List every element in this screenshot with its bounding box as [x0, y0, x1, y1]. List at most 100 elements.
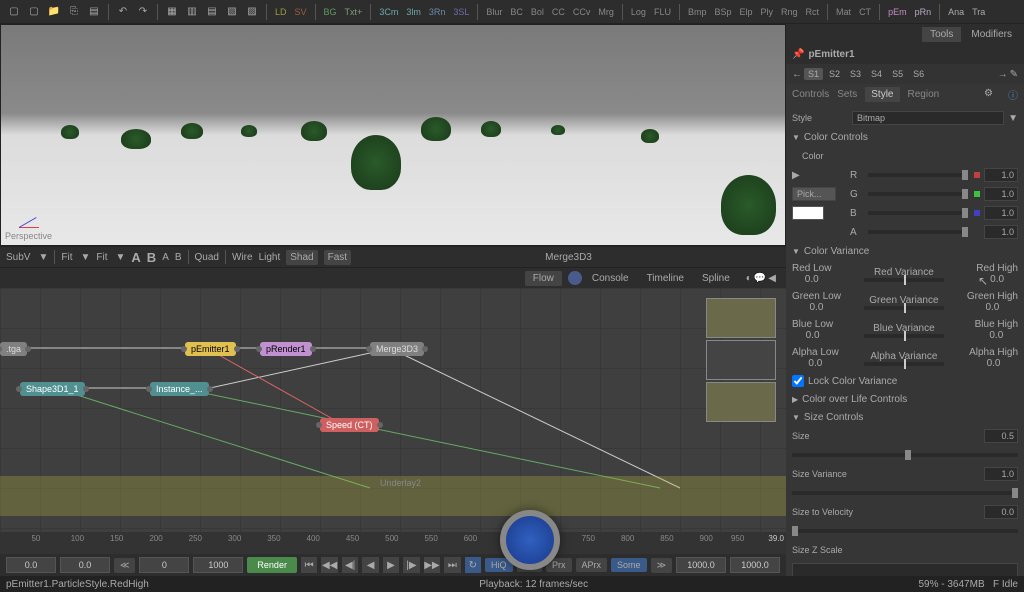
flu-button[interactable]: FLU: [650, 7, 675, 17]
timeline-ruler[interactable]: 50 100 150 200 250 300 350 400 450 500 5…: [0, 532, 786, 554]
layout5-icon[interactable]: ▨: [243, 3, 261, 21]
alpha-var-slider[interactable]: [864, 362, 944, 366]
dropdown-arrow-icon[interactable]: ▼: [1008, 113, 1018, 124]
node-instance[interactable]: Instance_...: [150, 382, 209, 396]
layout2-icon[interactable]: ▥: [183, 3, 201, 21]
node-speed[interactable]: Speed (CT): [320, 418, 379, 432]
subv-dropdown[interactable]: SubV: [6, 252, 30, 263]
3lm-button[interactable]: 3lm: [402, 7, 425, 17]
mrg-button[interactable]: Mrg: [594, 7, 618, 17]
rng-button[interactable]: Rng: [777, 7, 802, 17]
pick-button[interactable]: Pick...: [792, 187, 836, 201]
expand-icon[interactable]: ▶: [792, 170, 806, 181]
arrow-left-icon[interactable]: ←: [792, 69, 802, 80]
flow-icon2[interactable]: 💬: [754, 273, 766, 284]
play-back-icon[interactable]: ◀: [362, 557, 378, 573]
doc-icon[interactable]: ▤: [85, 3, 103, 21]
g-slider[interactable]: [868, 192, 968, 196]
fast-button[interactable]: Fast: [324, 250, 351, 265]
subtab-s3[interactable]: S3: [846, 68, 865, 80]
graph-area[interactable]: [792, 563, 1018, 576]
tra-button[interactable]: Tra: [968, 7, 989, 17]
shad-button[interactable]: Shad: [286, 250, 317, 265]
b-slider[interactable]: [868, 211, 968, 215]
size-value[interactable]: 0.5: [984, 429, 1018, 443]
red-var-slider[interactable]: [864, 278, 944, 282]
flow-area[interactable]: .tga pEmitter1 pRender1 Merge3D3 Shape3D…: [0, 288, 786, 532]
mat-button[interactable]: Mat: [832, 7, 855, 17]
tab-sets[interactable]: Sets: [837, 89, 857, 100]
loop-icon[interactable]: ↻: [465, 557, 481, 573]
bg-button[interactable]: BG: [320, 7, 341, 17]
b-value[interactable]: 1.0: [984, 206, 1018, 220]
range-b-field[interactable]: [193, 557, 243, 573]
tab-controls[interactable]: Controls: [792, 89, 829, 100]
section-size-controls[interactable]: Size Controls: [792, 408, 1018, 426]
info-icon[interactable]: ⓘ: [1008, 87, 1018, 102]
wand-icon[interactable]: ✎: [1010, 69, 1018, 80]
b2-button[interactable]: B: [175, 252, 182, 263]
some-button[interactable]: Some: [611, 558, 647, 572]
subtab-s4[interactable]: S4: [867, 68, 886, 80]
new2-icon[interactable]: ▢: [25, 3, 43, 21]
blue-var-slider[interactable]: [864, 334, 944, 338]
play-icon[interactable]: ▶: [383, 557, 399, 573]
new-icon[interactable]: ▢: [5, 3, 23, 21]
fit2-button[interactable]: Fit: [96, 252, 107, 263]
size-vel-slider[interactable]: [792, 529, 1018, 533]
ana-button[interactable]: Ana: [944, 7, 968, 17]
tab-region[interactable]: Region: [908, 89, 940, 100]
node-merge[interactable]: Merge3D3: [370, 342, 424, 356]
step-fwd-icon[interactable]: ▶▶: [424, 557, 440, 573]
style-dropdown[interactable]: Bitmap: [852, 111, 1004, 125]
size-var-slider[interactable]: [792, 491, 1018, 495]
node-shape[interactable]: Shape3D1_1: [20, 382, 85, 396]
thumbnail[interactable]: [706, 382, 776, 422]
a1-button[interactable]: A: [131, 250, 140, 265]
ply-button[interactable]: Ply: [757, 7, 778, 17]
tab-tools[interactable]: Tools: [922, 27, 961, 42]
a-slider[interactable]: [868, 230, 968, 234]
end-b-field[interactable]: [730, 557, 780, 573]
render-button[interactable]: Render: [247, 557, 297, 573]
bmp-button[interactable]: Bmp: [684, 7, 711, 17]
log-button[interactable]: Log: [627, 7, 650, 17]
3cm-button[interactable]: 3Cm: [375, 7, 402, 17]
next-frame-icon[interactable]: |▶: [403, 557, 419, 573]
txt-button[interactable]: Txt+: [341, 7, 367, 17]
size-slider[interactable]: [792, 453, 1018, 457]
pin-icon[interactable]: 📌: [792, 49, 804, 60]
goto-end-icon[interactable]: ⏭: [444, 557, 460, 573]
rewind-button[interactable]: ≪: [114, 558, 135, 573]
prn-button[interactable]: pRn: [911, 7, 936, 17]
3sl-button[interactable]: 3SL: [449, 7, 473, 17]
ct-button[interactable]: CT: [855, 7, 875, 17]
tab-timeline[interactable]: Timeline: [639, 271, 692, 286]
r-value[interactable]: 1.0: [984, 168, 1018, 182]
open-icon[interactable]: 📁: [45, 3, 63, 21]
tab-style[interactable]: Style: [865, 87, 899, 102]
goto-start-icon[interactable]: ⏮: [301, 557, 317, 573]
bol-button[interactable]: Bol: [527, 7, 548, 17]
color-swatch[interactable]: [792, 206, 824, 220]
3rn-button[interactable]: 3Rn: [425, 7, 450, 17]
light-button[interactable]: Light: [259, 252, 281, 263]
bc-button[interactable]: BC: [506, 7, 527, 17]
subtab-s5[interactable]: S5: [888, 68, 907, 80]
green-var-slider[interactable]: [864, 306, 944, 310]
flow-icon3[interactable]: ◀: [768, 273, 776, 284]
section-color-controls[interactable]: Color Controls: [792, 128, 1018, 146]
b1-button[interactable]: B: [147, 250, 156, 265]
bsp-button[interactable]: BSp: [710, 7, 735, 17]
sv-button[interactable]: SV: [291, 7, 311, 17]
aprx-button[interactable]: APrx: [576, 558, 608, 572]
node-prender[interactable]: pRender1: [260, 342, 312, 356]
fit1-button[interactable]: Fit: [61, 252, 72, 263]
subtab-s6[interactable]: S6: [909, 68, 928, 80]
tab-modifiers[interactable]: Modifiers: [963, 27, 1020, 42]
start-field[interactable]: [6, 557, 56, 573]
size-vel-value[interactable]: 0.0: [984, 505, 1018, 519]
node-tga[interactable]: .tga: [0, 342, 27, 356]
a-value[interactable]: 1.0: [984, 225, 1018, 239]
section-color-variance[interactable]: Color Variance: [792, 242, 1018, 260]
